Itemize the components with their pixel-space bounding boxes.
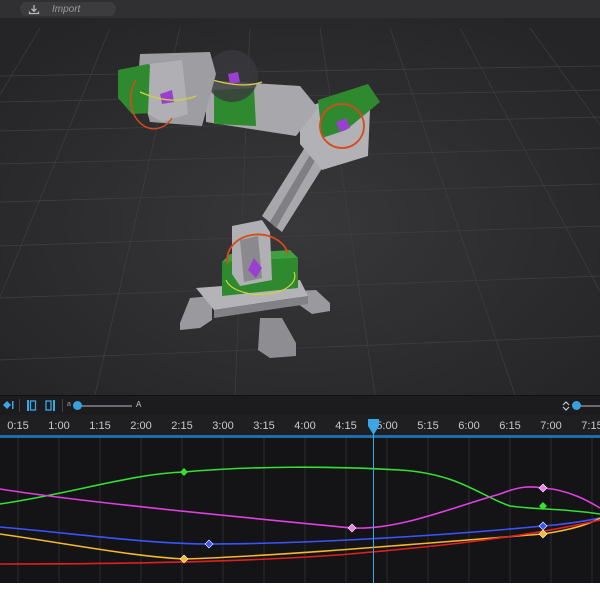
tick-label: 1:15 xyxy=(89,420,111,432)
timeline-toolbar: a A xyxy=(0,395,600,415)
curve-editor[interactable]: 0:15 1:00 1:15 2:00 2:15 3:00 3:15 4:00 4:15 5:00… xyxy=(0,415,600,583)
tick-label: 3:15 xyxy=(253,420,275,432)
grid-lines xyxy=(17,438,593,583)
tick-label: 2:00 xyxy=(130,420,152,432)
playhead-handle[interactable] xyxy=(367,418,380,436)
download-icon xyxy=(28,4,40,14)
time-ruler[interactable]: 0:15 1:00 1:15 2:00 2:15 3:00 3:15 4:00 4:15 5:00… xyxy=(0,415,600,437)
playhead-line[interactable] xyxy=(373,425,374,583)
toolbar-divider xyxy=(62,399,63,412)
import-label: Import xyxy=(52,3,81,15)
window-bottom-edge xyxy=(0,583,600,600)
tick-label: 3:00 xyxy=(212,420,234,432)
tick-label: 5:15 xyxy=(417,420,439,432)
tick-label: 6:00 xyxy=(458,420,480,432)
keyframe[interactable] xyxy=(180,468,188,476)
app-window: Import a A 0:15 1:00 1:15 2:00 2:15 3:00… xyxy=(0,0,600,583)
tick-label: 4:00 xyxy=(294,420,316,432)
import-button[interactable]: Import xyxy=(20,2,116,16)
clip-start-icon[interactable] xyxy=(26,399,38,412)
keyframe[interactable] xyxy=(347,523,357,533)
amplitude-slider-handle[interactable] xyxy=(73,401,82,410)
tick-label: 4:15 xyxy=(335,420,357,432)
tick-label: 6:15 xyxy=(499,420,521,432)
amplitude-max-label: A xyxy=(136,400,142,409)
toolbar-divider xyxy=(19,399,20,412)
keyframe[interactable] xyxy=(538,483,548,493)
keyframe-step-icon[interactable] xyxy=(2,399,14,411)
scene-canvas[interactable] xyxy=(0,18,600,395)
tick-label: 0:15 xyxy=(7,420,29,432)
tick-label: 7:15 xyxy=(581,420,600,432)
keyframe[interactable] xyxy=(204,539,214,549)
animation-curves[interactable] xyxy=(0,438,600,583)
tick-label: 1:00 xyxy=(48,420,70,432)
3d-viewport[interactable] xyxy=(0,18,600,395)
amplitude-min-label: a xyxy=(67,401,71,408)
tick-label: 7:00 xyxy=(540,420,562,432)
zoom-slider-handle[interactable] xyxy=(572,401,581,410)
top-bar: Import xyxy=(0,0,600,18)
keyframe[interactable] xyxy=(538,521,548,531)
amplitude-slider[interactable] xyxy=(74,405,132,407)
clip-end-icon[interactable] xyxy=(44,399,56,412)
tick-label: 2:15 xyxy=(171,420,193,432)
stepper-icon[interactable] xyxy=(562,400,570,412)
